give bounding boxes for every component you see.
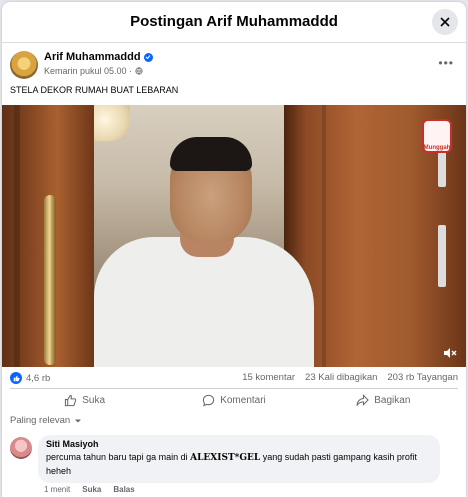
close-icon bbox=[440, 17, 450, 27]
video-channel-logo-text: Munggah bbox=[423, 145, 451, 151]
post-stats: 4,6 rb 15 komentar 23 Kali dibagikan 203… bbox=[10, 371, 458, 387]
chevron-down-icon bbox=[75, 419, 82, 422]
author-name[interactable]: Arif Muhammaddd bbox=[44, 51, 141, 63]
globe-icon bbox=[135, 67, 143, 75]
comment-text: percuma tahun baru tapi ga main di ALEXI… bbox=[46, 451, 432, 478]
dialog-title: Postingan Arif Muhammaddd bbox=[130, 13, 338, 30]
video-door-handle bbox=[44, 195, 56, 365]
commenter-name[interactable]: Siti Masiyoh bbox=[46, 439, 432, 449]
post-timestamp[interactable]: Kemarin pukul 05.00 · bbox=[44, 66, 132, 76]
more-options-icon[interactable]: ••• bbox=[438, 56, 454, 70]
like-reaction-icon bbox=[10, 372, 22, 384]
comment-bubble: Siti Masiyoh percuma tahun baru tapi ga … bbox=[38, 435, 440, 483]
commenter-avatar[interactable] bbox=[10, 437, 32, 459]
comment-sort-dropdown[interactable]: Paling relevan bbox=[10, 415, 82, 426]
post-author-row: Arif Muhammaddd Kemarin pukul 05.00 · ••… bbox=[10, 50, 458, 84]
video-lamp bbox=[94, 105, 130, 141]
video-hinge bbox=[438, 225, 446, 287]
author-avatar[interactable] bbox=[10, 51, 38, 79]
comment-button[interactable]: Komentari bbox=[159, 389, 308, 411]
share-button[interactable]: Bagikan bbox=[309, 389, 458, 411]
view-count: 203 rb Tayangan bbox=[387, 372, 458, 383]
comment-sort-label: Paling relevan bbox=[10, 415, 71, 426]
reaction-count: 4,6 rb bbox=[26, 372, 51, 384]
post-meta: Kemarin pukul 05.00 · bbox=[44, 66, 143, 76]
comment-actions: 1 menit Suka Balas bbox=[44, 485, 135, 494]
speaker-muted-icon bbox=[444, 348, 457, 358]
post-actions: Suka Komentari Bagikan bbox=[10, 388, 458, 411]
comment-like-link[interactable]: Suka bbox=[82, 485, 101, 494]
comment-timestamp[interactable]: 1 menit bbox=[44, 485, 70, 494]
video-channel-logo: Munggah bbox=[422, 119, 452, 153]
video-person-hair bbox=[170, 137, 252, 171]
share-count[interactable]: 23 Kali dibagikan bbox=[305, 372, 377, 383]
comment-button-label: Komentari bbox=[220, 394, 266, 406]
share-button-label: Bagikan bbox=[374, 394, 411, 406]
share-arrow-icon bbox=[356, 393, 370, 406]
like-button[interactable]: Suka bbox=[10, 389, 159, 411]
mute-button[interactable] bbox=[442, 345, 458, 361]
close-button[interactable] bbox=[432, 9, 458, 35]
post-video[interactable]: Munggah bbox=[2, 105, 466, 367]
comment-count[interactable]: 15 komentar bbox=[242, 372, 295, 383]
comment-reply-link[interactable]: Balas bbox=[113, 485, 134, 494]
comment-text-brand: ALEXIST*GEL bbox=[190, 453, 261, 463]
dialog-header: Postingan Arif Muhammaddd bbox=[2, 2, 466, 43]
post-dialog: Postingan Arif Muhammaddd Arif Muhammadd… bbox=[2, 2, 466, 497]
post-caption: STELA DEKOR RUMAH BUAT LEBARAN bbox=[10, 85, 179, 95]
comment-text-part: percuma tahun baru tapi ga main di bbox=[46, 452, 191, 462]
thumbs-up-icon bbox=[65, 394, 77, 406]
verified-badge-icon bbox=[143, 52, 153, 62]
like-button-label: Suka bbox=[82, 394, 106, 406]
comment-bubble-icon bbox=[203, 394, 215, 407]
reaction-summary[interactable]: 4,6 rb bbox=[10, 372, 50, 384]
